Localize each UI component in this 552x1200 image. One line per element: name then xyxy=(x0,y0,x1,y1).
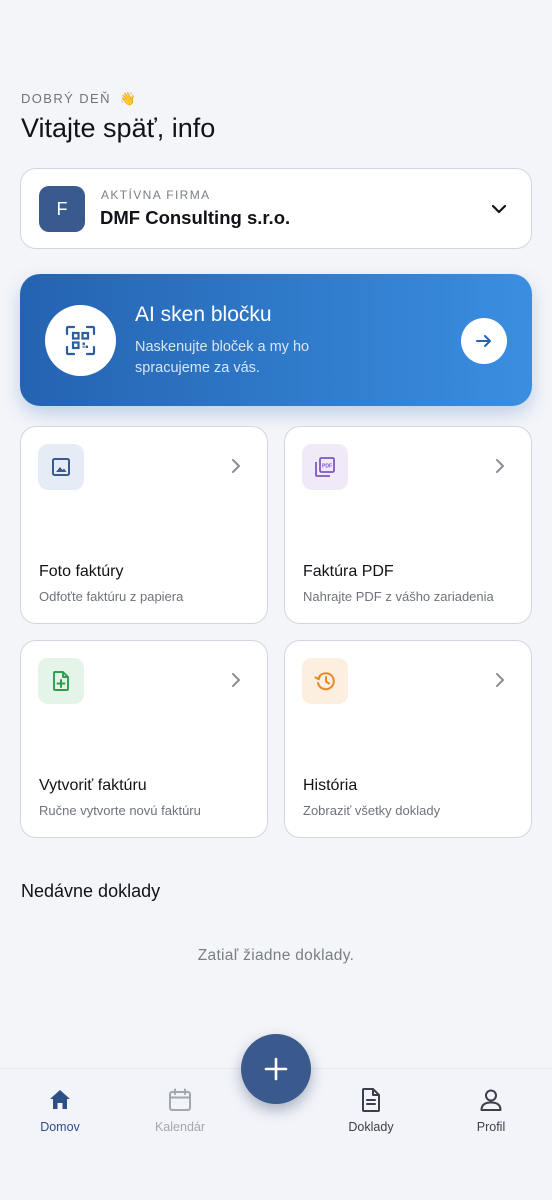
chevron-right-icon xyxy=(232,673,240,687)
chevron-right-icon xyxy=(232,459,240,473)
tile-icon-wrap: PDF xyxy=(302,444,348,490)
company-name: DMF Consulting s.r.o. xyxy=(100,207,291,228)
nav-item-documents[interactable]: Doklady xyxy=(331,1087,411,1134)
tile-icon-wrap xyxy=(302,658,348,704)
nav-label: Domov xyxy=(40,1120,80,1134)
ai-scan-title: AI sken bločku xyxy=(135,303,272,326)
tile-subtitle: Nahrajte PDF z vášho zariadenia xyxy=(303,589,494,604)
tile-create-invoice[interactable]: Vytvoriť faktúru Ručne vytvorte novú fak… xyxy=(20,640,268,838)
plus-icon xyxy=(264,1057,288,1081)
tile-subtitle: Odfoťte faktúru z papiera xyxy=(39,589,184,604)
user-icon xyxy=(480,1089,502,1111)
tile-subtitle: Ručne vytvorte novú faktúru xyxy=(39,803,201,818)
nav-item-home[interactable]: Domov xyxy=(20,1087,100,1134)
nav-label: Kalendár xyxy=(154,1120,206,1134)
home-icon xyxy=(50,1090,70,1109)
greeting: DOBRÝ DEŇ 👋 xyxy=(21,91,136,107)
tile-title: Faktúra PDF xyxy=(303,563,394,580)
pdf-icon: PDF xyxy=(315,457,335,477)
chevron-down-icon[interactable] xyxy=(489,199,509,219)
company-label: AKTÍVNA FIRMA xyxy=(101,188,211,202)
add-button[interactable] xyxy=(241,1034,311,1104)
nav-label: Profil xyxy=(476,1120,506,1134)
svg-text:PDF: PDF xyxy=(322,464,332,470)
tile-title: História xyxy=(303,777,358,794)
tile-history[interactable]: História Zobraziť všetky doklady xyxy=(284,640,532,838)
chevron-right-icon xyxy=(496,673,504,687)
tile-photo-invoice[interactable]: Foto faktúry Odfoťte faktúru z papiera xyxy=(20,426,268,624)
image-icon xyxy=(52,458,70,476)
nav-item-calendar[interactable]: Kalendár xyxy=(140,1087,220,1134)
tile-subtitle: Zobraziť všetky doklady xyxy=(303,803,441,818)
ai-scan-description: Naskenujte bloček a my ho spracujeme za … xyxy=(135,339,310,376)
chevron-right-icon xyxy=(496,459,504,473)
ai-scan-icon-wrap xyxy=(45,305,116,376)
tile-title: Vytvoriť faktúru xyxy=(39,777,147,794)
file-add-icon xyxy=(53,671,69,691)
tile-pdf-invoice[interactable]: PDF Faktúra PDF Nahrajte PDF z vášho zar… xyxy=(284,426,532,624)
greeting-label: DOBRÝ DEŇ xyxy=(21,91,111,106)
nav-item-profile[interactable]: Profil xyxy=(451,1087,531,1134)
page-title: Vitajte späť, info xyxy=(21,113,216,143)
recent-documents-title: Nedávne doklady xyxy=(21,881,161,901)
history-icon xyxy=(314,672,335,691)
calendar-icon xyxy=(169,1088,191,1111)
company-selector[interactable]: F AKTÍVNA FIRMA DMF Consulting s.r.o. xyxy=(20,168,532,249)
wave-icon: 👋 xyxy=(119,91,137,106)
qr-scan-icon xyxy=(65,325,96,356)
tile-title: Foto faktúry xyxy=(39,563,124,580)
arrow-right-icon xyxy=(476,335,491,347)
company-avatar: F xyxy=(39,186,85,232)
empty-state: Zatiaľ žiadne doklady. xyxy=(197,947,355,964)
ai-scan-go-button[interactable] xyxy=(461,318,507,364)
document-icon xyxy=(362,1088,380,1112)
ai-scan-card[interactable]: AI sken bločku Naskenujte bloček a my ho… xyxy=(20,274,532,406)
tile-icon-wrap xyxy=(38,658,84,704)
tile-icon-wrap xyxy=(38,444,84,490)
nav-label: Doklady xyxy=(348,1120,394,1134)
